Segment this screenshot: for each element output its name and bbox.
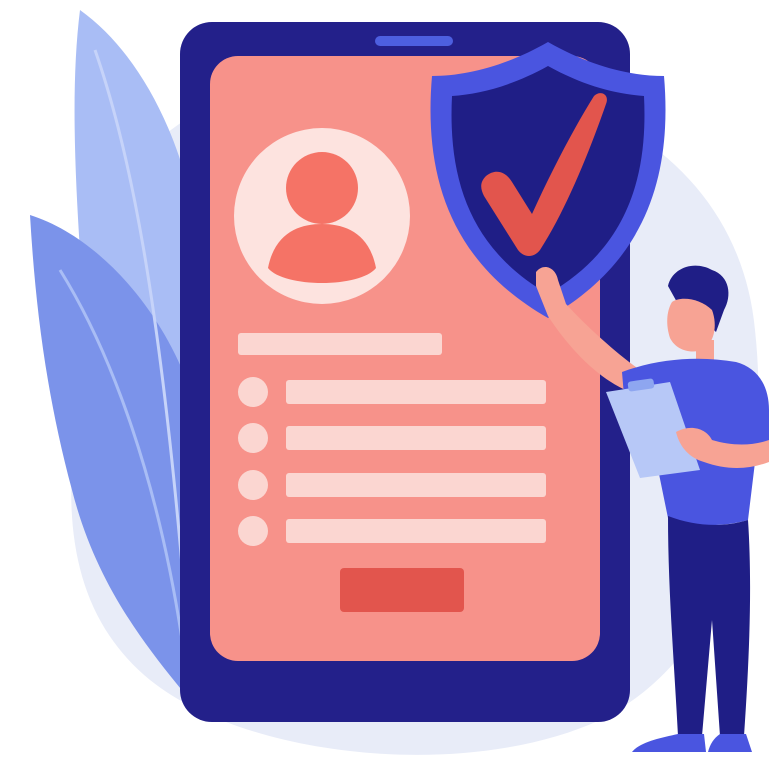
form-field[interactable] — [286, 380, 546, 404]
person-pants — [668, 516, 751, 736]
person-shoe — [708, 734, 752, 752]
form-field[interactable] — [286, 426, 546, 450]
form-bullet — [238, 516, 268, 546]
phone-speaker — [375, 36, 453, 46]
security-verification-illustration — [30, 10, 769, 755]
form-bullet — [238, 423, 268, 453]
form-bullet — [238, 470, 268, 500]
form-field[interactable] — [286, 519, 546, 543]
submit-button[interactable] — [340, 568, 464, 612]
form-title-line — [238, 333, 442, 355]
form-field[interactable] — [286, 473, 546, 497]
form-bullet — [238, 377, 268, 407]
person-shoe — [632, 734, 706, 752]
